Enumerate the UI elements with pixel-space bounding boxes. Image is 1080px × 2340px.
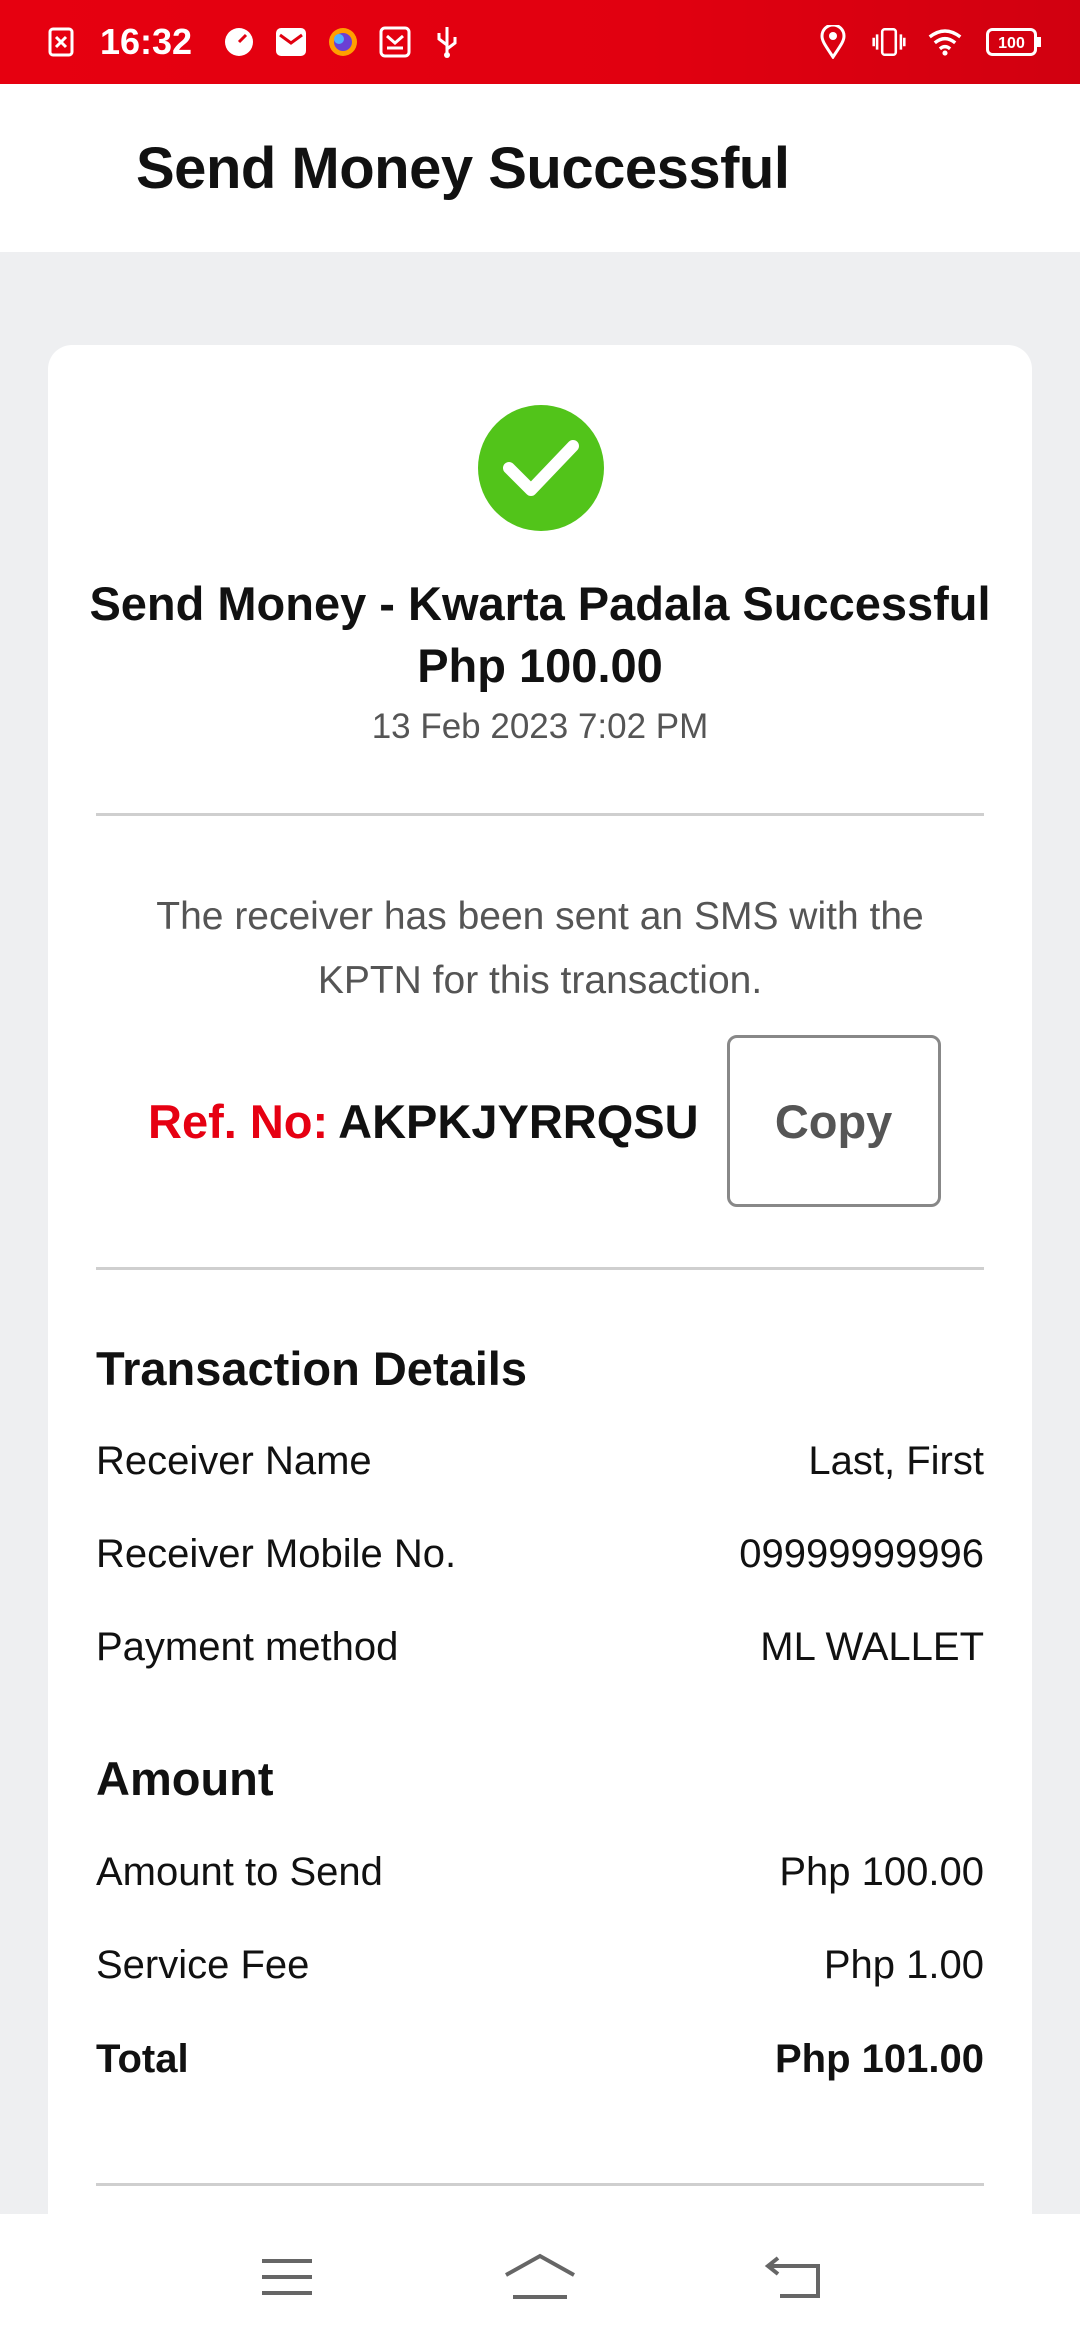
total-value: Php 101.00 (774, 2037, 984, 2081)
home-button[interactable] (495, 2242, 585, 2312)
receipt-card: Send Money - Kwarta Padala Successful Ph… (48, 345, 1032, 2245)
detail-value: Last, First (808, 1439, 984, 1483)
mail-icon (274, 25, 308, 59)
menu-icon (261, 2259, 312, 2295)
status-time: 16:32 (100, 21, 193, 62)
total-label: Total (96, 2037, 189, 2081)
page-title: Send Money Successful (136, 135, 790, 201)
ref-label: Ref. No: (148, 1094, 329, 1148)
copy-button[interactable]: Copy (726, 1035, 941, 1207)
detail-label: Receiver Name (96, 1439, 372, 1483)
amount-row-total: Total Php 101.00 (96, 2037, 984, 2082)
detail-value: 09999999996 (739, 1532, 984, 1576)
sms-notice: The receiver has been sent an SMS with t… (156, 895, 924, 1002)
menu-button[interactable] (242, 2242, 332, 2312)
amount-value: Php 1.00 (823, 1943, 984, 1987)
wifi-icon (928, 25, 962, 59)
detail-row-payment-method: Payment method ML WALLET (96, 1625, 984, 1670)
transaction-date: 13 Feb 2023 7:02 PM (371, 707, 709, 746)
detail-value: ML WALLET (760, 1625, 984, 1669)
divider (96, 1267, 984, 1270)
success-headline: Send Money - Kwarta Padala Successful Ph… (48, 573, 1032, 697)
amount-label: Amount to Send (96, 1850, 383, 1894)
inbox-icon (378, 25, 412, 59)
vibrate-icon (872, 25, 906, 59)
app-bar: Send Money Successful (0, 84, 1080, 252)
battery-level: 100 (998, 35, 1025, 52)
system-nav-bar (0, 2214, 1080, 2340)
amount-value: Php 100.00 (779, 1850, 984, 1894)
amount-title: Amount (96, 1752, 274, 1805)
location-icon (816, 25, 850, 59)
browser-icon (326, 25, 360, 59)
back-button[interactable] (748, 2242, 838, 2312)
amount-row-send: Amount to Send Php 100.00 (96, 1850, 984, 1895)
divider (96, 2183, 984, 2186)
detail-label: Payment method (96, 1625, 399, 1669)
speedometer-icon (222, 25, 256, 59)
divider (96, 813, 984, 816)
headline-amount: Php 100.00 (417, 639, 663, 692)
detail-row-receiver-mobile: Receiver Mobile No. 09999999996 (96, 1532, 984, 1577)
home-icon (505, 2253, 575, 2299)
battery-icon: 100 (984, 25, 1044, 59)
status-bar: 16:32 100 (0, 0, 1080, 84)
ref-number: AKPKJYRRQSU (338, 1094, 699, 1148)
headline-title: Send Money - Kwarta Padala Successful (89, 577, 991, 630)
success-check-icon (478, 405, 604, 531)
reference-row: Ref. No: AKPKJYRRQSU Copy (148, 1035, 941, 1207)
transaction-details-title: Transaction Details (96, 1342, 527, 1395)
back-icon (765, 2256, 821, 2298)
notification-icon (44, 25, 78, 59)
amount-row-fee: Service Fee Php 1.00 (96, 1943, 984, 1988)
usb-icon (430, 25, 464, 59)
detail-row-receiver-name: Receiver Name Last, First (96, 1439, 984, 1484)
amount-label: Service Fee (96, 1943, 310, 1987)
detail-label: Receiver Mobile No. (96, 1532, 457, 1576)
